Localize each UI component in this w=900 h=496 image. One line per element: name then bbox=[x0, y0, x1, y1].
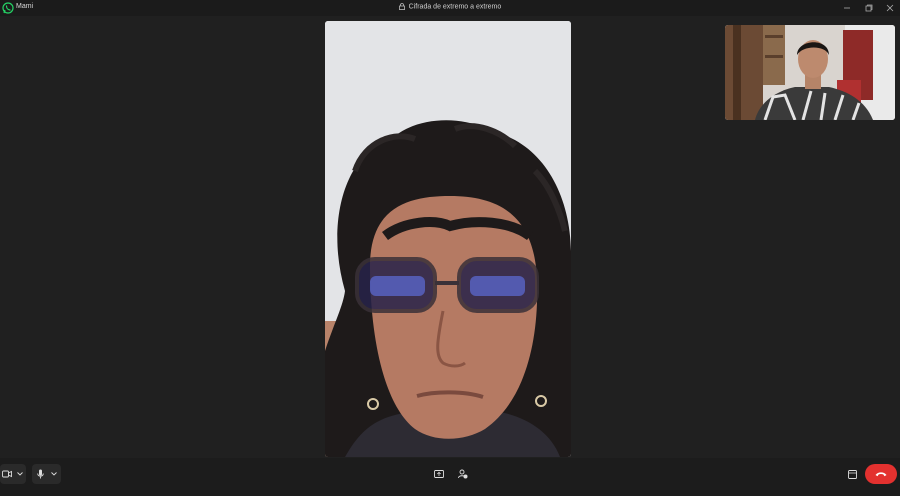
self-video-preview[interactable] bbox=[725, 25, 895, 120]
close-icon bbox=[886, 4, 894, 12]
minimize-icon bbox=[844, 7, 850, 9]
video-toggle-group bbox=[0, 464, 26, 484]
call-controls bbox=[0, 458, 900, 496]
phone-hangup-icon bbox=[875, 472, 887, 477]
restore-icon bbox=[865, 4, 873, 12]
title-bar: Mami Cifrada de extremo a extremo bbox=[0, 0, 900, 16]
lock-icon bbox=[398, 3, 405, 10]
maximize-button[interactable] bbox=[858, 0, 880, 16]
encryption-status: Cifrada de extremo a extremo bbox=[0, 3, 900, 10]
mic-toggle-group bbox=[32, 464, 61, 484]
chevron-down-icon bbox=[17, 472, 23, 476]
video-toggle-button[interactable] bbox=[0, 464, 14, 484]
remote-video-feed[interactable] bbox=[325, 21, 571, 457]
screen-share-button[interactable] bbox=[428, 464, 450, 484]
mic-toggle-button[interactable] bbox=[32, 464, 48, 484]
add-participant-button[interactable] bbox=[452, 464, 474, 484]
screen-share-icon bbox=[434, 469, 444, 478]
mic-options-dropdown[interactable] bbox=[48, 464, 60, 484]
chevron-down-icon bbox=[51, 472, 57, 476]
layout-button[interactable] bbox=[841, 464, 863, 484]
layout-icon bbox=[847, 469, 857, 479]
minimize-button[interactable] bbox=[836, 0, 858, 16]
microphone-icon bbox=[36, 469, 44, 479]
call-stage bbox=[0, 16, 900, 458]
remote-participant-image bbox=[325, 21, 571, 457]
video-camera-icon bbox=[2, 470, 12, 478]
add-participant-icon bbox=[458, 469, 468, 479]
close-button[interactable] bbox=[879, 0, 900, 16]
video-options-dropdown[interactable] bbox=[14, 464, 26, 484]
self-participant-image bbox=[725, 25, 895, 120]
end-call-button[interactable] bbox=[865, 464, 897, 484]
encryption-label: Cifrada de extremo a extremo bbox=[408, 3, 502, 11]
